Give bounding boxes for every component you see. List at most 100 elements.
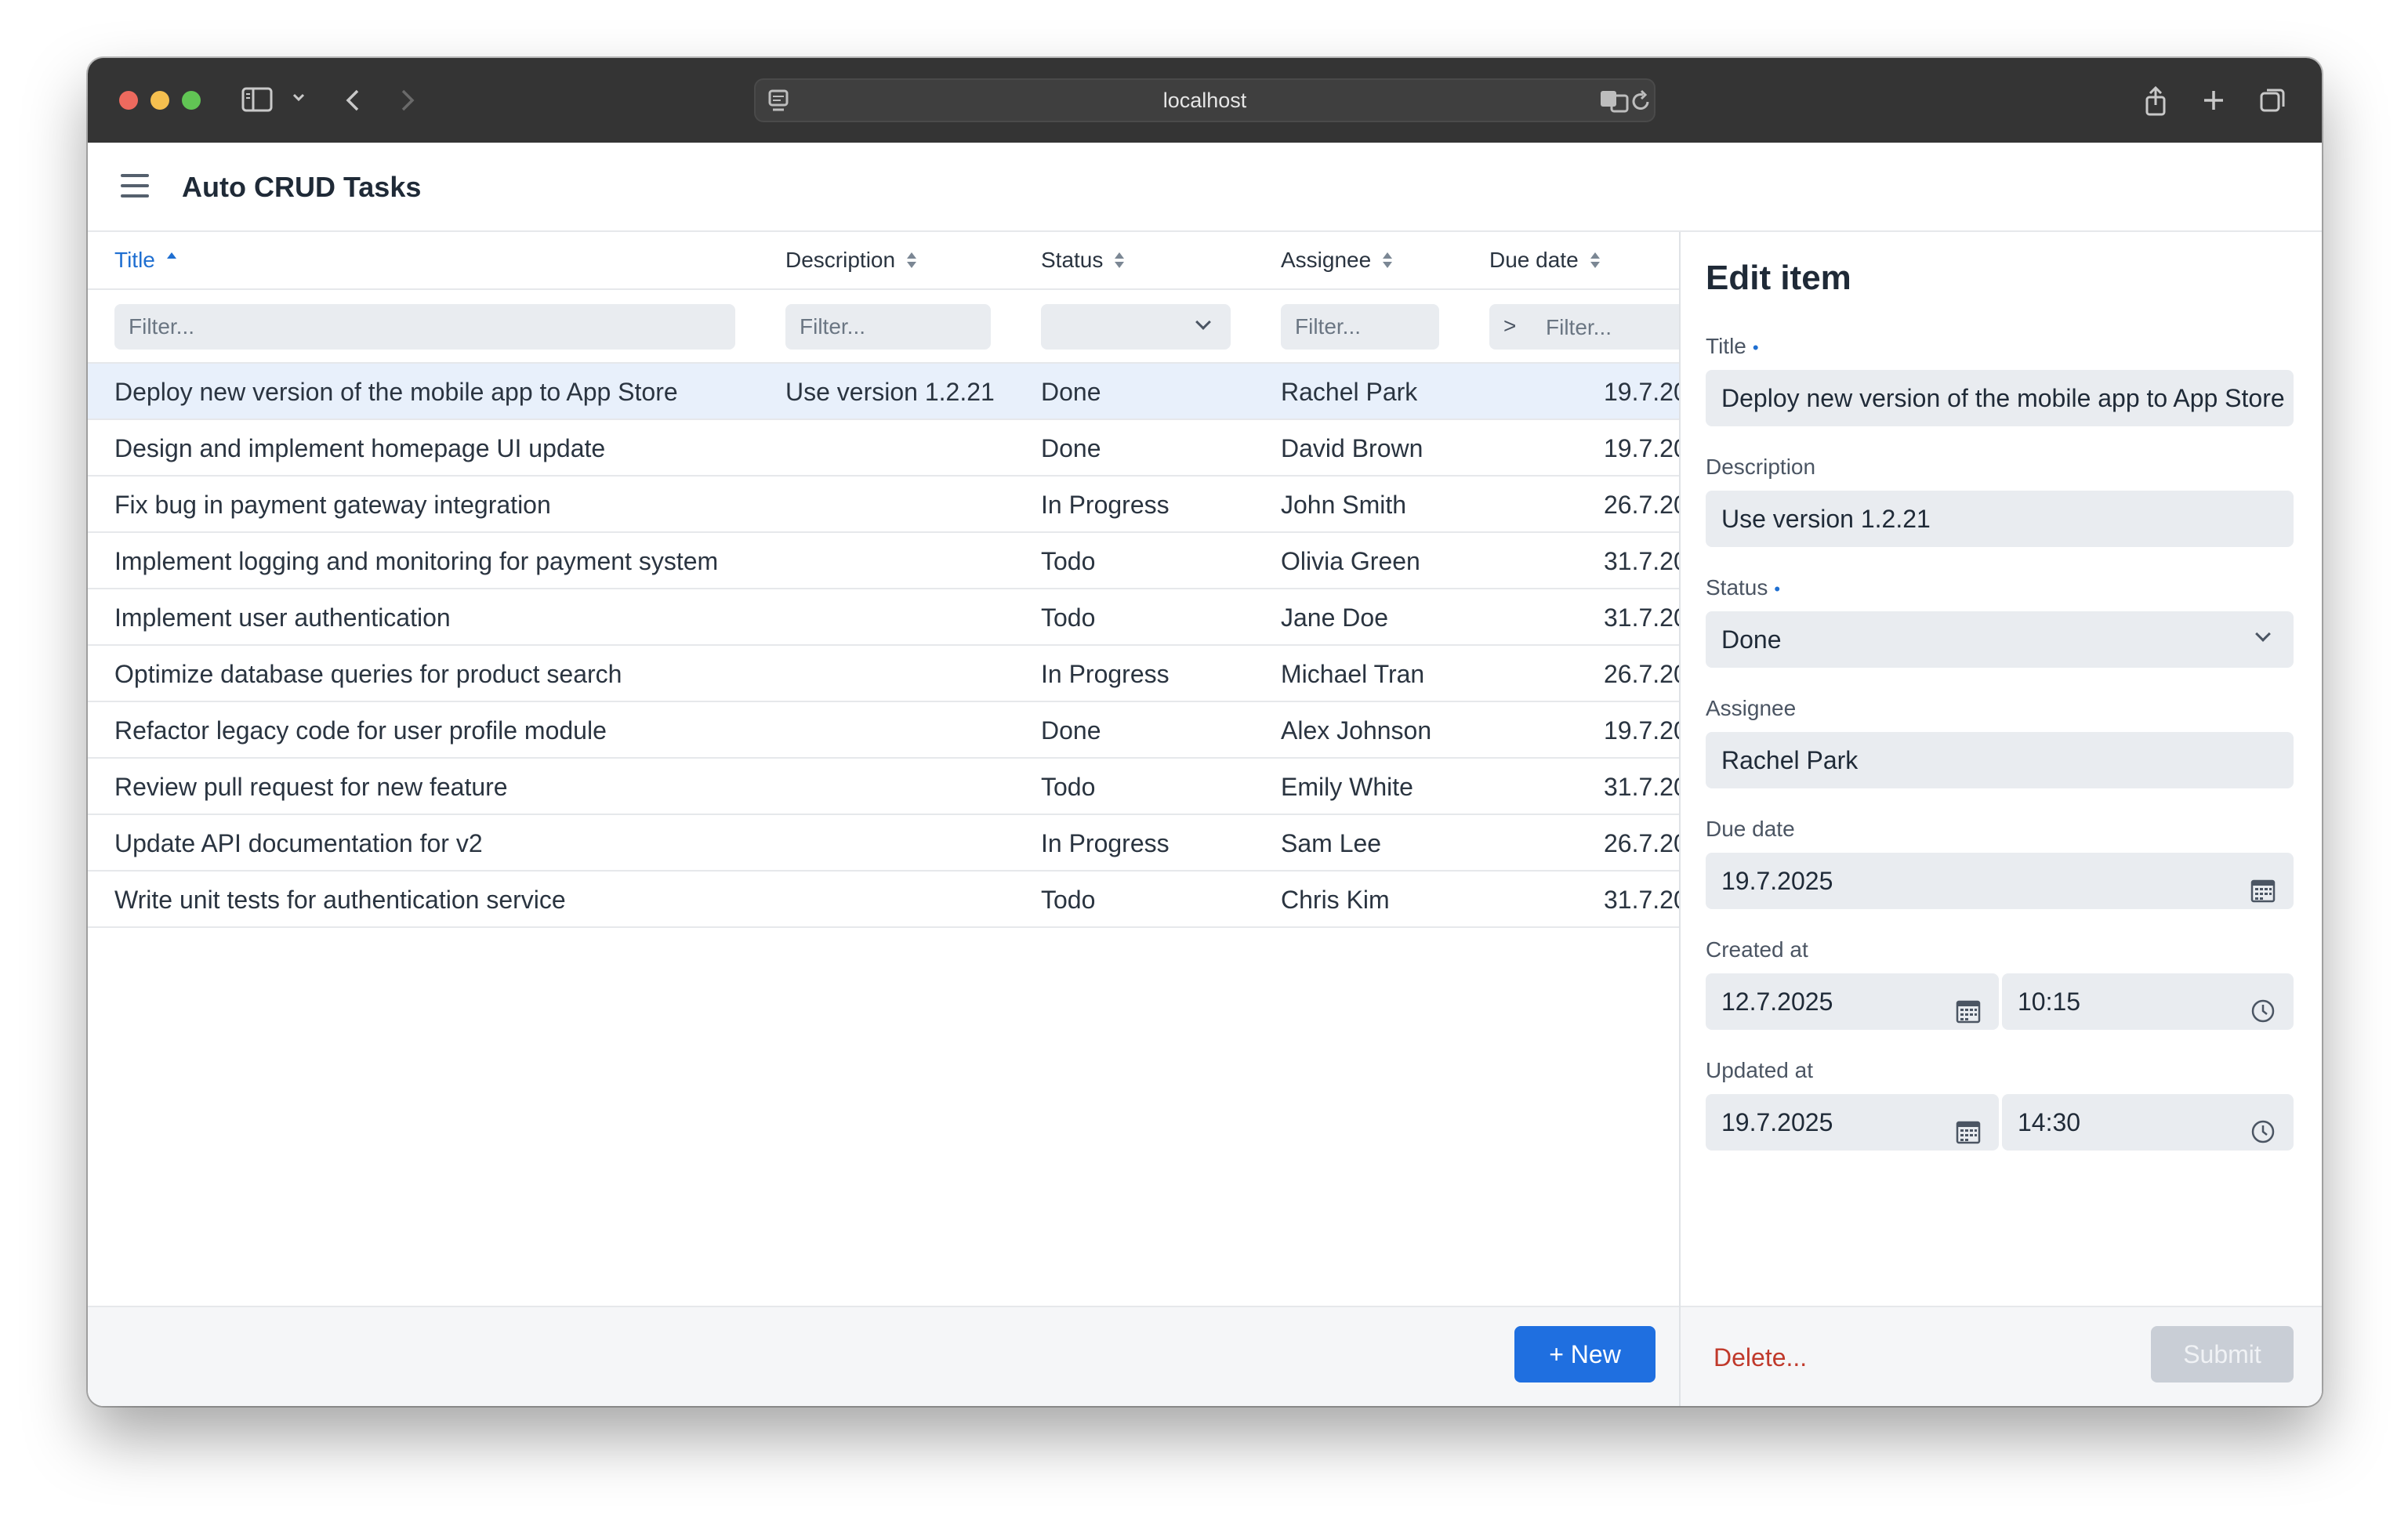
updated-time-field[interactable]: 14:30 [2002,1094,2294,1151]
description-field[interactable]: Use version 1.2.21 [1706,491,2294,547]
clock-icon[interactable] [2250,987,2276,1030]
table-row[interactable]: Deploy new version of the mobile app to … [88,364,1679,420]
created-time-field[interactable]: 10:15 [2002,973,2294,1030]
created-at-label: Created at [1706,937,1808,962]
cell-title: Refactor legacy code for user profile mo… [114,716,607,745]
created-time-value: 10:15 [2018,987,2081,1016]
table-row[interactable]: Design and implement homepage UI update … [88,420,1679,477]
table-row[interactable]: Refactor legacy code for user profile mo… [88,702,1679,759]
chevron-down-icon[interactable] [292,92,306,121]
calendar-icon[interactable] [1955,987,1982,1030]
table-row[interactable]: Review pull request for new feature Todo… [88,759,1679,815]
forward-icon[interactable] [398,86,417,114]
cell-due-date: 26.7.20 [1604,660,1679,688]
cell-title: Implement user authentication [114,603,451,632]
cell-due-date: 19.7.20 [1604,434,1679,462]
back-icon[interactable] [343,86,362,114]
submit-button[interactable]: Submit [2151,1326,2294,1382]
cell-due-date: 19.7.20 [1604,716,1679,745]
grid-header: Title Description Status Assignee Due da… [88,232,1679,290]
table-row[interactable]: Implement logging and monitoring for pay… [88,533,1679,589]
description-filter-input[interactable] [785,304,991,350]
status-filter-select[interactable] [1041,304,1231,350]
cell-due-date: 26.7.20 [1604,491,1679,519]
editor-footer: Delete... Submit [1681,1306,2322,1406]
required-indicator: • [1752,338,1759,357]
reload-icon[interactable] [1629,88,1652,118]
column-header-label: Title [114,248,155,272]
title-field[interactable]: Deploy new version of the mobile app to … [1706,370,2294,426]
zoom-window-button[interactable] [182,91,201,110]
new-tab-icon[interactable] [2201,86,2226,114]
address-bar[interactable]: localhost [754,78,1656,122]
due-date-filter-placeholder: Filter... [1546,315,1612,339]
assignee-label: Assignee [1706,696,1797,720]
app-header: Auto CRUD Tasks [88,143,2322,232]
cell-due-date: 19.7.20 [1604,378,1679,406]
column-header-label: Description [785,248,896,272]
table-row[interactable]: Fix bug in payment gateway integration I… [88,477,1679,533]
minimize-window-button[interactable] [150,91,169,110]
table-row[interactable]: Optimize database queries for product se… [88,646,1679,702]
task-grid: Title Description Status Assignee Due da… [88,232,1679,1306]
page-title: Auto CRUD Tasks [182,171,422,203]
column-header-description[interactable]: Description [785,248,917,273]
calendar-icon[interactable] [1955,1108,1982,1151]
cell-title: Update API documentation for v2 [114,829,483,857]
cell-status: Done [1041,434,1101,462]
cell-title: Implement logging and monitoring for pay… [114,547,719,575]
filter-row: > Filter... [88,290,1679,364]
menu-icon[interactable] [121,174,149,197]
clock-icon[interactable] [2250,1108,2276,1151]
cell-status: In Progress [1041,660,1170,688]
updated-date-field[interactable]: 19.7.2025 [1706,1094,1999,1151]
created-date-value: 12.7.2025 [1721,987,1833,1016]
calendar-icon[interactable] [2250,867,2276,909]
title-label-text: Title [1706,334,1746,358]
cell-due-date: 31.7.20 [1604,603,1679,632]
close-window-button[interactable] [119,91,138,110]
cell-assignee: Alex Johnson [1281,716,1432,745]
cell-title: Fix bug in payment gateway integration [114,491,551,519]
new-item-button[interactable]: + New [1514,1326,1656,1382]
delete-button[interactable]: Delete... [1714,1343,1807,1372]
column-header-title[interactable]: Title [114,248,177,273]
cell-status: Done [1041,378,1101,406]
column-header-assignee[interactable]: Assignee [1281,248,1393,273]
table-row[interactable]: Update API documentation for v2 In Progr… [88,815,1679,872]
cell-status: Done [1041,716,1101,745]
sort-ascending-icon [166,251,177,270]
share-icon[interactable] [2143,86,2168,116]
sort-icon [1590,251,1601,270]
table-row[interactable]: Implement user authentication Todo Jane … [88,589,1679,646]
sort-icon [1114,251,1125,270]
grid-footer: + New [88,1306,1679,1406]
column-header-label: Due date [1489,248,1579,272]
sidebar-toggle-icon[interactable] [241,86,273,114]
tab-overview-icon[interactable] [2259,86,2287,114]
due-date-field[interactable]: 19.7.2025 [1706,853,2294,909]
description-label: Description [1706,455,1816,479]
filter-operator-button[interactable]: > [1503,313,1516,339]
table-row[interactable]: Write unit tests for authentication serv… [88,872,1679,928]
cell-status: In Progress [1041,829,1170,857]
browser-toolbar: localhost [88,58,2322,143]
status-select[interactable]: Done [1706,611,2294,668]
title-filter-input[interactable] [114,304,735,350]
cell-assignee: Rachel Park [1281,378,1418,406]
cell-due-date: 31.7.20 [1604,773,1679,801]
translate-icon[interactable] [1599,88,1630,118]
cell-assignee: David Brown [1281,434,1423,462]
cell-due-date: 26.7.20 [1604,829,1679,857]
assignee-filter-input[interactable] [1281,304,1439,350]
required-indicator: • [1774,579,1781,599]
column-header-due-date[interactable]: Due date [1489,248,1601,273]
updated-time-value: 14:30 [2018,1108,2081,1136]
column-header-status[interactable]: Status [1041,248,1125,273]
edit-panel: Edit item Title • Deploy new version of t… [1679,232,2322,1406]
due-date-filter[interactable]: > Filter... [1489,304,1679,350]
cell-assignee: Jane Doe [1281,603,1388,632]
assignee-field[interactable]: Rachel Park [1706,732,2294,788]
title-label: Title • [1706,334,1759,359]
created-date-field[interactable]: 12.7.2025 [1706,973,1999,1030]
